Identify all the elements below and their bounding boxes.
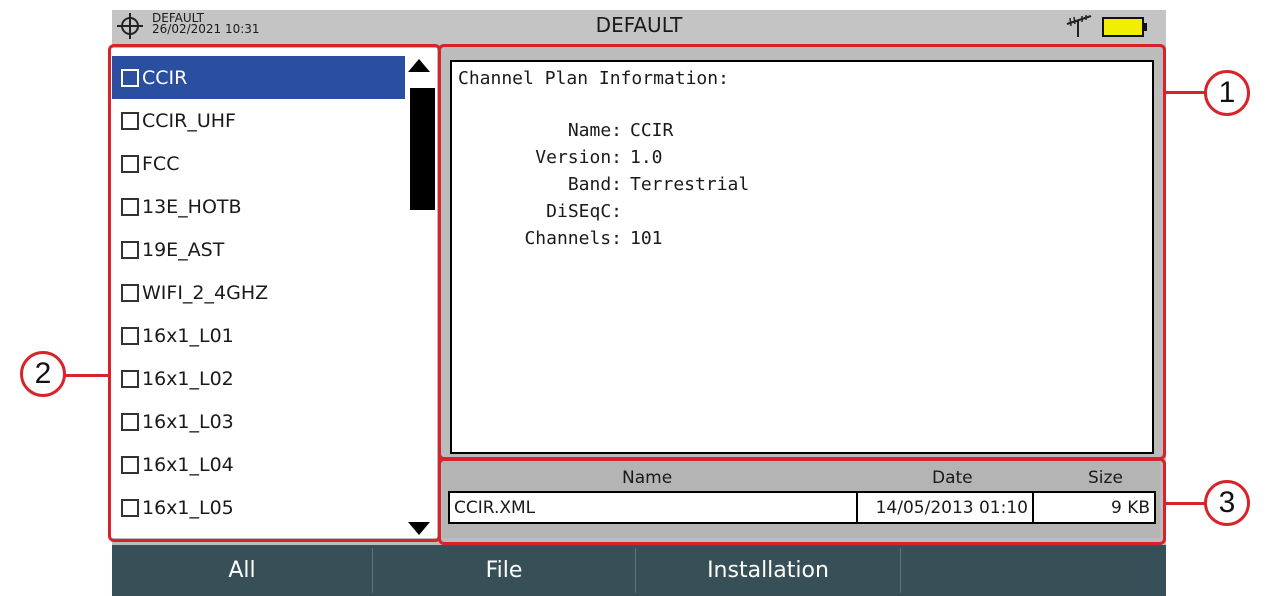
callout-2: 2: [20, 351, 66, 397]
annotation-box-1: [438, 44, 1166, 460]
antenna-icon: [1066, 15, 1092, 37]
file-button[interactable]: File: [373, 545, 635, 596]
empty-function-button[interactable]: [901, 545, 1166, 596]
annotation-box-2: [108, 44, 441, 542]
installation-button[interactable]: Installation: [636, 545, 900, 596]
callout-1: 1: [1204, 70, 1250, 116]
callout-3: 3: [1204, 480, 1250, 526]
all-button[interactable]: All: [112, 545, 372, 596]
battery-icon: [1102, 17, 1147, 37]
annotation-leader-1: [1164, 91, 1206, 94]
annotation-leader-3: [1164, 502, 1206, 505]
annotation-box-3: [438, 458, 1166, 545]
annotation-leader-2: [64, 374, 110, 377]
page-title: DEFAULT: [595, 13, 683, 37]
